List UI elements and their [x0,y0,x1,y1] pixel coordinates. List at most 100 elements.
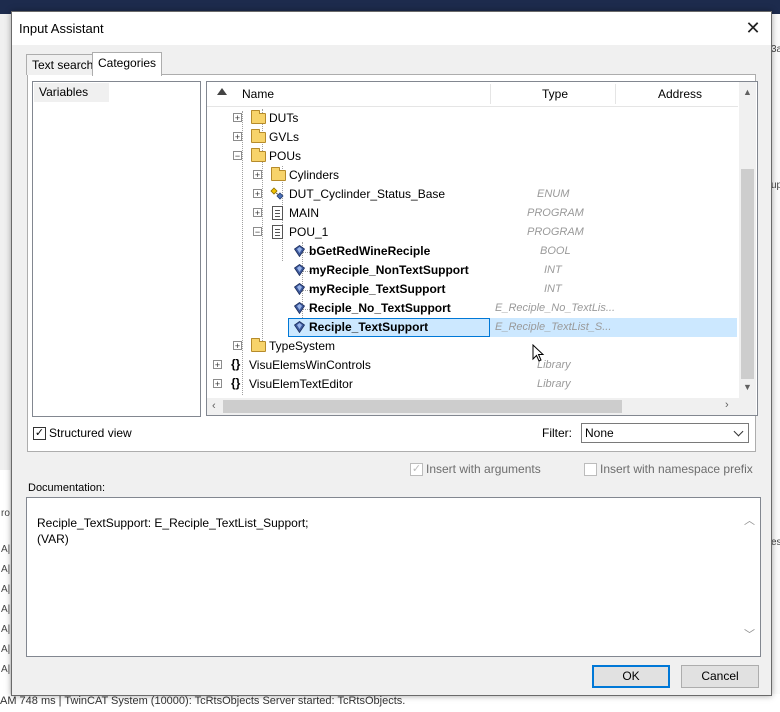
expand-icon[interactable]: + [253,208,262,218]
expand-icon[interactable]: + [213,379,222,389]
expand-icon[interactable]: + [253,189,262,199]
input-assistant-dialog: Input Assistant ✕ Text search Categories… [11,11,772,696]
tree-row[interactable]: bGetRedWineReciple BOOL [207,242,738,261]
scrollbar-corner [739,398,756,415]
expand-icon[interactable]: + [233,341,242,351]
column-header-name[interactable]: Name [242,87,274,101]
tree-row-type: ENUM [537,188,570,200]
dialog-title: Input Assistant [19,21,104,36]
tree-header: Name Type Address [207,82,738,107]
bg-left-fragment: A| [1,584,11,595]
scroll-up-icon[interactable]: ︿ [744,512,755,528]
expand-icon[interactable]: + [253,170,262,180]
tree-row[interactable]: + Cylinders [207,166,738,185]
bg-left-fragment: ro [1,508,10,519]
tree-row[interactable]: + TypeSystem [207,337,738,356]
library-icon: {} [231,376,241,390]
tree-row[interactable]: − POU_1 PROGRAM [207,223,738,242]
bg-right-fragment: up [771,180,780,191]
column-separator[interactable] [615,84,616,104]
scroll-up-icon[interactable]: ▲ [743,87,752,97]
tree-vertical-scrollbar[interactable]: ▲ ▼ [739,82,756,399]
structured-view-checkbox[interactable]: ✓ [33,427,46,440]
tree-row-name: MAIN [289,206,319,220]
bg-left-fragment: A| [1,644,11,655]
tree-row[interactable]: myReciple_NonTextSupport INT [207,261,738,280]
tree-row-name: VisuElemsWinControls [249,358,371,372]
variable-icon [294,264,305,276]
tree-row-type: PROGRAM [527,207,584,219]
filter-value: None [585,426,614,440]
variable-icon [294,302,305,314]
chevron-down-icon [733,426,744,437]
tree-row-type: PROGRAM [527,226,584,238]
documentation-box[interactable]: Reciple_TextSupport: E_Reciple_TextList_… [26,497,761,657]
scroll-right-icon[interactable]: › [725,399,729,411]
dialog-titlebar: Input Assistant ✕ [12,12,771,45]
collapse-icon[interactable]: − [253,227,262,237]
expand-icon[interactable]: + [233,132,242,142]
column-header-type[interactable]: Type [542,87,568,101]
cancel-button[interactable]: Cancel [681,665,759,688]
tab-categories[interactable]: Categories [92,52,163,76]
category-item-variables[interactable]: Variables [34,83,109,102]
tab-label: Text search [32,58,94,72]
variable-icon [294,283,305,295]
category-list: Variables [32,81,201,417]
tree-row[interactable]: + {} VisuElemsWinControls Library [207,356,738,375]
folder-icon [251,338,266,352]
tree-row[interactable]: + DUT_Cyclinder_Status_Base ENUM [207,185,738,204]
tree-row[interactable]: + DUTs [207,109,738,128]
symbol-tree: Name Type Address + DUTs + GVLs − POUs +… [206,81,758,416]
insert-with-arguments-label: Insert with arguments [426,462,541,476]
tree-row[interactable]: Reciple_No_TextSupport E_Reciple_No_Text… [207,299,738,318]
scroll-thumb[interactable] [741,169,754,379]
column-header-address[interactable]: Address [658,87,702,101]
tree-row[interactable]: + MAIN PROGRAM [207,204,738,223]
expand-icon[interactable]: + [233,113,242,123]
folder-icon [251,148,266,162]
filter-label: Filter: [542,426,572,440]
folder-icon [251,129,266,143]
bg-right-fragment: es [771,537,780,548]
tree-row[interactable]: + GVLs [207,128,738,147]
expand-icon[interactable]: + [213,360,222,370]
insert-with-namespace-checkbox[interactable] [584,463,597,476]
tree-row-name: VisuElemTextEditor [249,377,353,391]
scroll-thumb[interactable] [223,400,622,413]
variable-icon [294,321,305,333]
bg-right-fragment: 3a [771,44,780,55]
variable-icon [294,245,305,257]
tree-row-name: POUs [269,149,302,163]
tree-row[interactable]: + {} VisuElemTextEditor Library [207,375,738,394]
ok-button[interactable]: OK [592,665,670,688]
program-icon [272,206,283,220]
tree-row-name: GVLs [269,130,300,144]
tree-row-name: myReciple_NonTextSupport [309,263,469,277]
scroll-left-icon[interactable]: ‹ [212,400,216,412]
filter-select[interactable]: None [581,423,749,443]
tree-row[interactable]: − POUs [207,147,738,166]
insert-with-arguments-checkbox[interactable]: ✓ [410,463,423,476]
sort-ascending-icon[interactable] [217,88,227,95]
tree-row-name: DUT_Cyclinder_Status_Base [289,187,446,201]
structured-view-label: Structured view [49,426,132,440]
column-separator[interactable] [490,84,491,104]
tab-text-search[interactable]: Text search [26,54,100,75]
tree-row-type: BOOL [540,245,571,257]
tree-horizontal-scrollbar[interactable]: ‹ › [207,398,739,415]
close-icon[interactable]: ✕ [742,17,764,39]
tree-row-type: E_Reciple_No_TextLis... [495,302,616,314]
tree-row-type: E_Reciple_TextList_S... [495,321,612,333]
tree-row-selected[interactable]: Reciple_TextSupport E_Reciple_TextList_S… [207,318,738,337]
background-status-bar: AM 748 ms | TwinCAT System (10000): TcRt… [0,694,780,712]
bg-left-fragment: A| [1,664,11,675]
scroll-down-icon[interactable]: ▼ [743,382,752,392]
enum-icon [270,187,284,200]
scroll-down-icon[interactable]: ﹀ [744,626,755,642]
tree-row[interactable]: myReciple_TextSupport INT [207,280,738,299]
collapse-icon[interactable]: − [233,151,242,161]
program-icon [272,225,283,239]
tree-row-name: myReciple_TextSupport [309,282,446,296]
category-label: Variables [39,85,89,99]
